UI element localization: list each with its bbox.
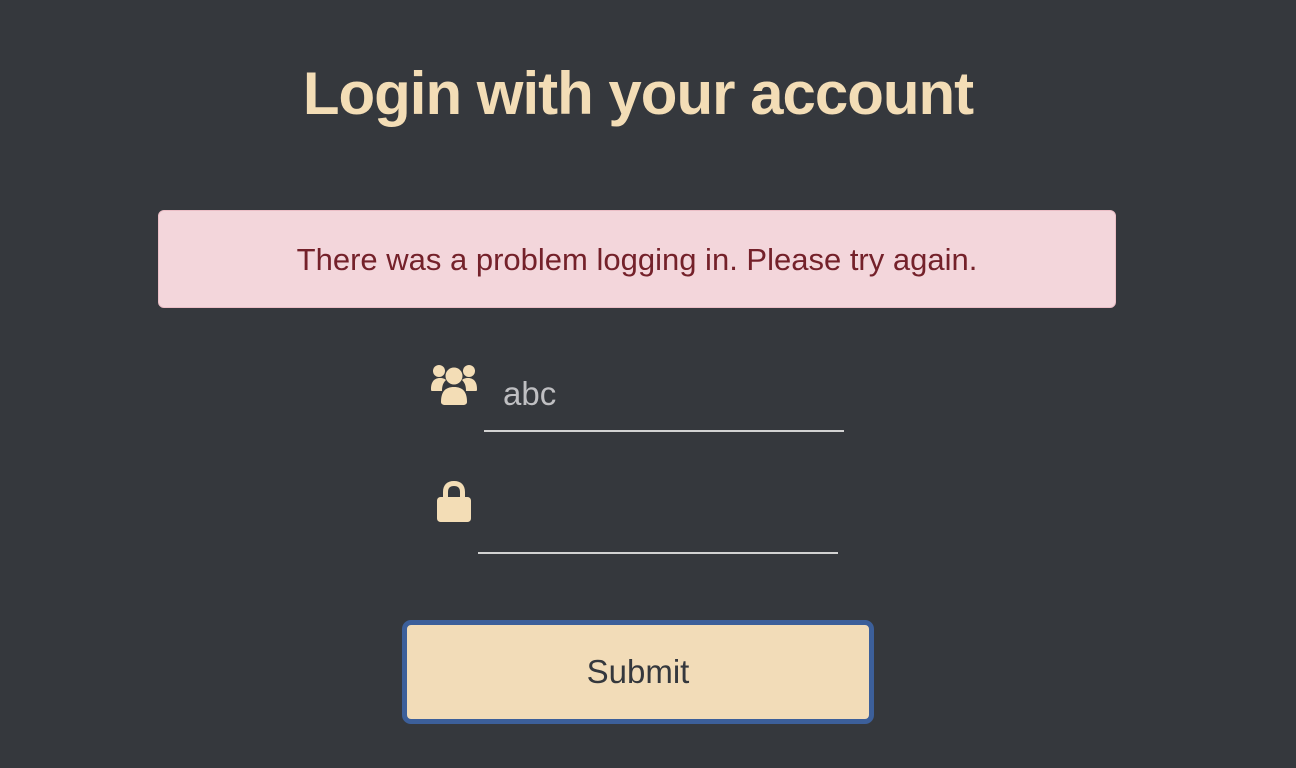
error-alert: There was a problem logging in. Please t… bbox=[158, 210, 1116, 308]
lock-icon bbox=[437, 481, 471, 522]
users-icon bbox=[431, 365, 477, 405]
submit-button[interactable]: Submit bbox=[402, 620, 874, 724]
page-title: Login with your account bbox=[302, 60, 974, 127]
password-input[interactable] bbox=[478, 478, 838, 554]
username-input[interactable] bbox=[484, 358, 844, 432]
